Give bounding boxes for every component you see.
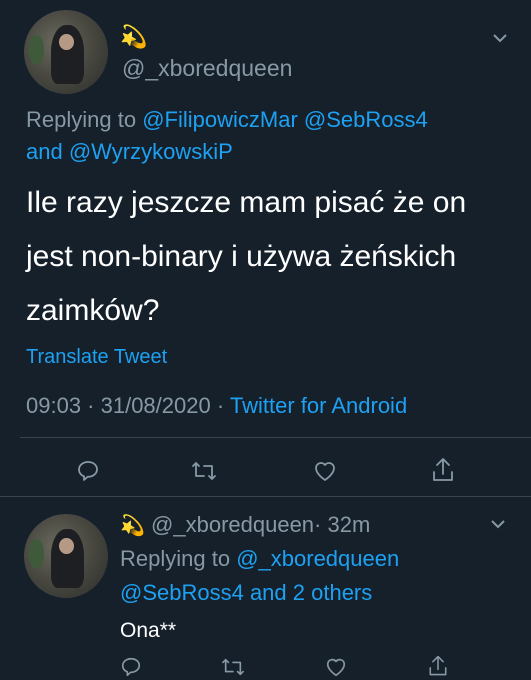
share-icon[interactable] [430,456,456,484]
mention-link[interactable]: @SebRoss4 and 2 others [120,580,372,605]
mention-link[interactable]: @FilipowiczMar [142,107,298,132]
replying-prefix: Replying to [120,546,231,571]
reply-and: and [26,139,63,164]
timestamp: 09:03 · 31/08/2020 · [26,393,225,418]
reply-icon[interactable] [76,459,100,483]
replying-to: Replying to @FilipowiczMar @SebRoss4 and… [26,104,516,168]
share-icon[interactable] [426,654,450,678]
tweet-text-line: zaimków? [26,294,160,327]
chevron-down-icon[interactable] [490,518,506,530]
mention-link[interactable]: @WyrzykowskiP [69,139,233,164]
reply-icon[interactable] [120,656,142,678]
retweet-icon[interactable] [190,459,218,483]
tweet-text: Ona** [120,619,177,642]
avatar[interactable] [24,514,108,598]
replying-to: Replying to @_xboredqueen @SebRoss4 and … [120,542,520,610]
tweet-text-line: jest non-binary i używa żeńskich [26,240,457,273]
chevron-down-icon[interactable] [492,32,508,44]
user-handle[interactable]: @_xboredqueen [151,512,314,537]
tweet-meta: 09:03 · 31/08/2020 · Twitter for Android [26,392,407,420]
tweet-text: Ile razy jeszcze mam pisać że on jest no… [26,176,466,338]
translate-tweet-link[interactable]: Translate Tweet [26,344,167,370]
relative-time: · 32m [314,512,371,537]
like-icon[interactable] [324,656,348,678]
like-icon[interactable] [312,459,338,483]
user-handle[interactable]: @_xboredqueen [122,54,292,82]
divider [20,437,531,438]
retweet-icon[interactable] [220,656,246,678]
reply-header: 💫 @_xboredqueen· 32m [120,510,370,541]
sparkle-emoji: 💫 [120,515,145,537]
tweet-text-line: Ile razy jeszcze mam pisać że on [26,186,467,219]
sparkle-emoji: 💫 [120,24,148,49]
mention-link[interactable]: @SebRoss4 [304,107,428,132]
avatar[interactable] [24,10,108,94]
divider [0,496,531,497]
source-link[interactable]: Twitter for Android [230,393,407,418]
mention-link[interactable]: @_xboredqueen [236,546,399,571]
replying-prefix: Replying to [26,107,137,132]
